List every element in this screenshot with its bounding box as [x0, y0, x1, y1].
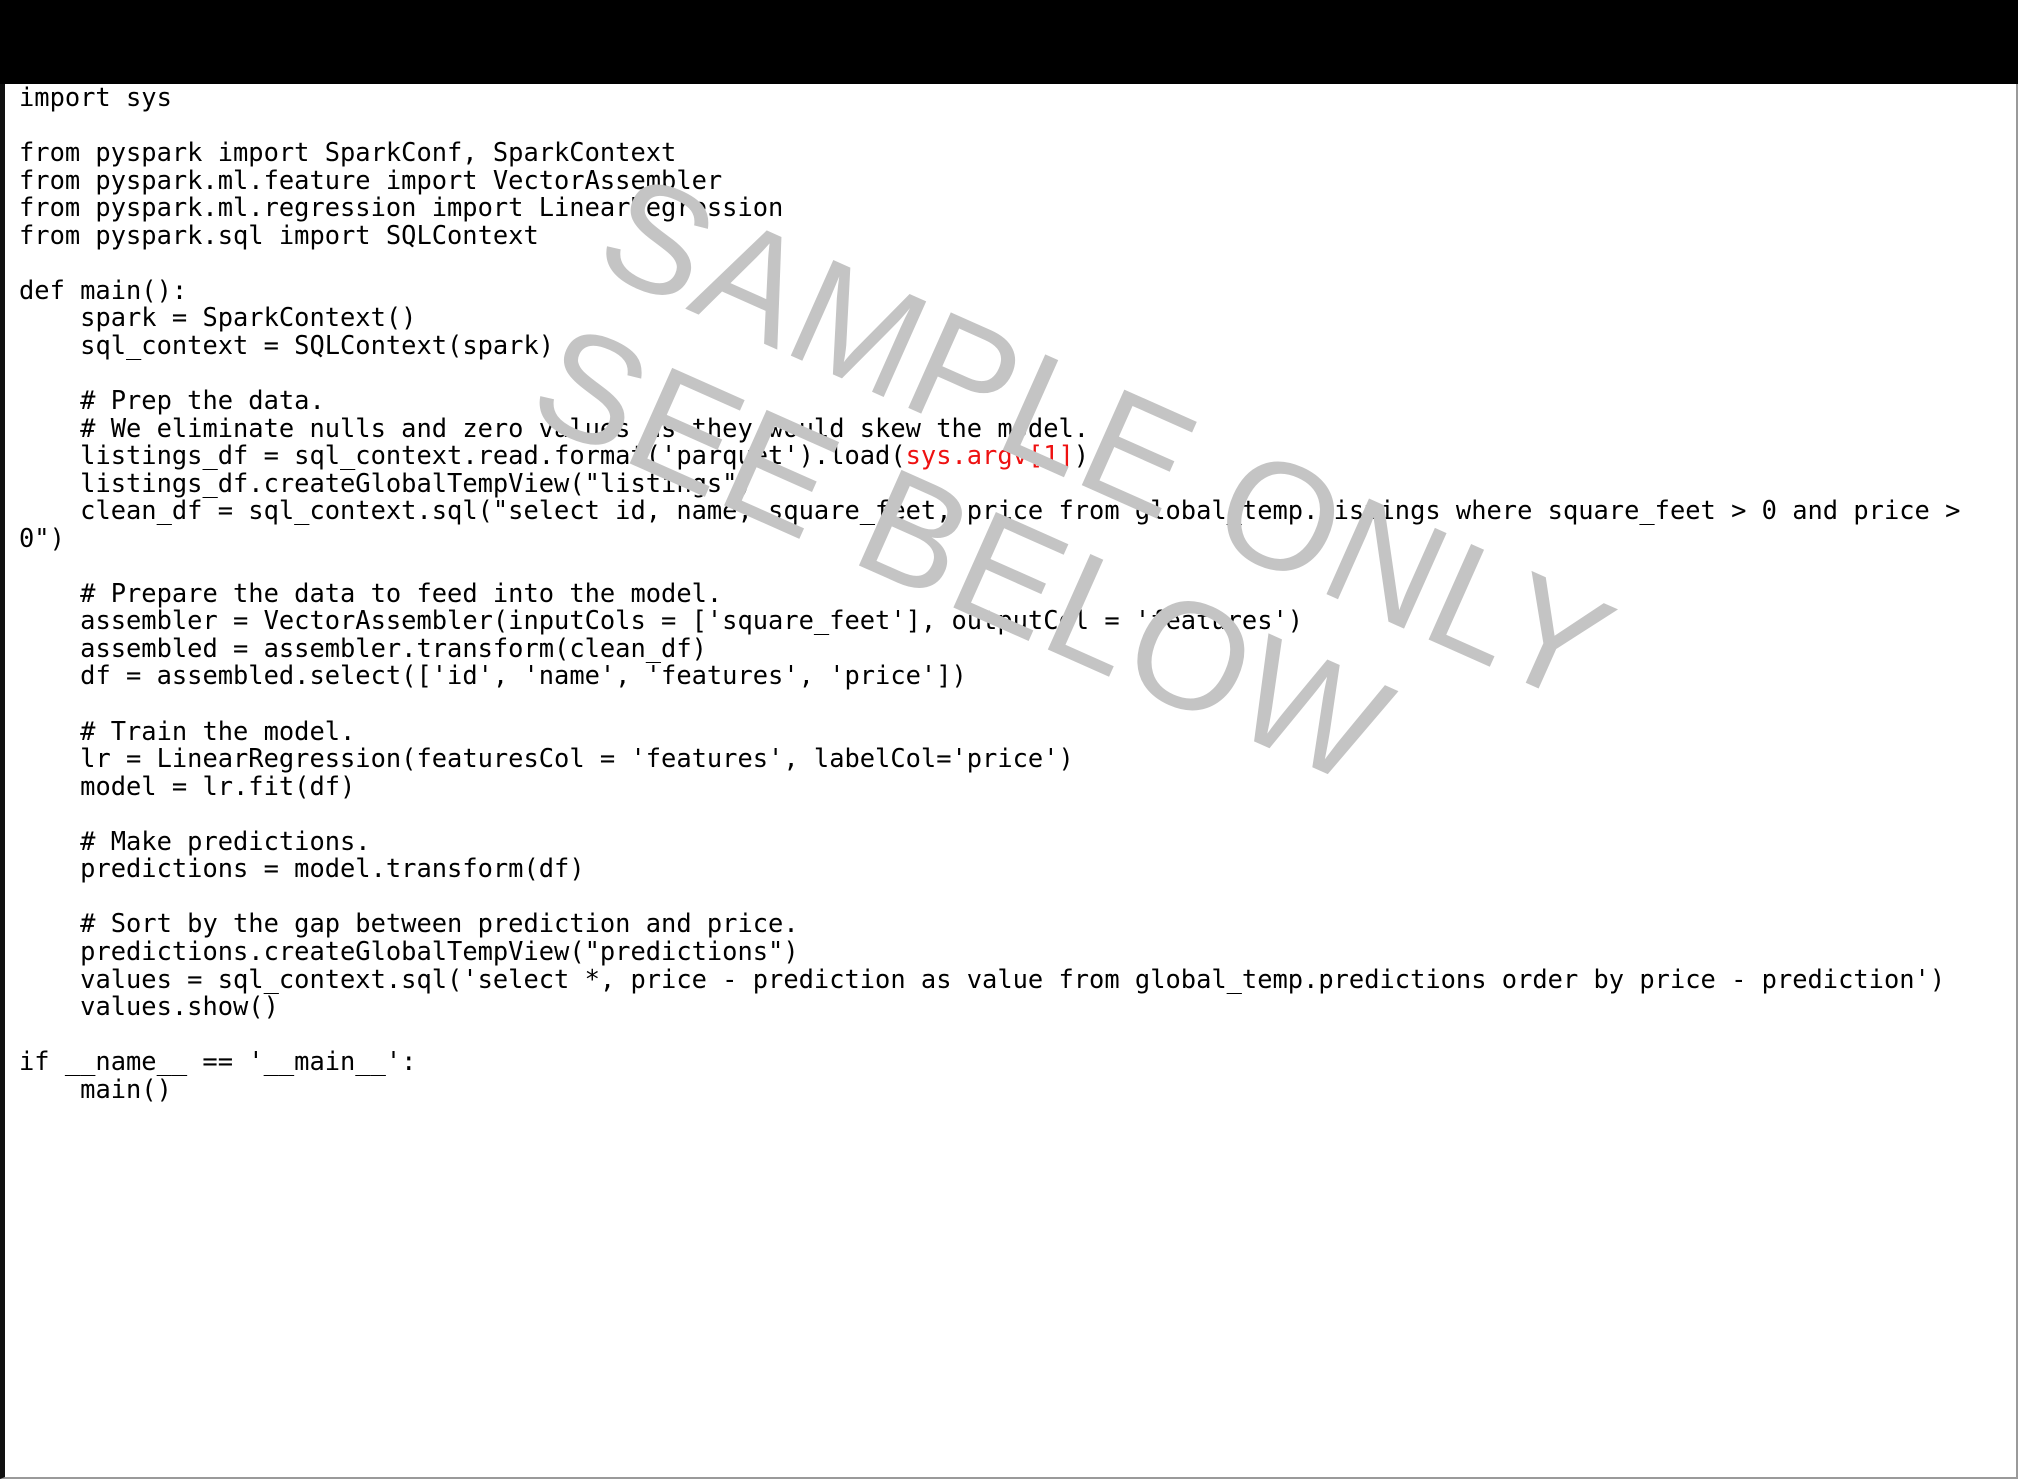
code-segment-after-highlight: ) listings_df.createGlobalTempView("list…: [19, 440, 1961, 1104]
code-segment-before-highlight: import sys from pyspark import SparkConf…: [19, 82, 1090, 471]
highlighted-token-sys-argv: sys.argv[1]: [905, 440, 1074, 471]
code-page: import sys from pyspark import SparkConf…: [0, 82, 2018, 1479]
code-listing-area: import sys from pyspark import SparkConf…: [5, 82, 2016, 1104]
python-source-code[interactable]: import sys from pyspark import SparkConf…: [5, 82, 2016, 1104]
top-black-band: [0, 0, 2018, 84]
screenshot-root: import sys from pyspark import SparkConf…: [0, 0, 2018, 1479]
